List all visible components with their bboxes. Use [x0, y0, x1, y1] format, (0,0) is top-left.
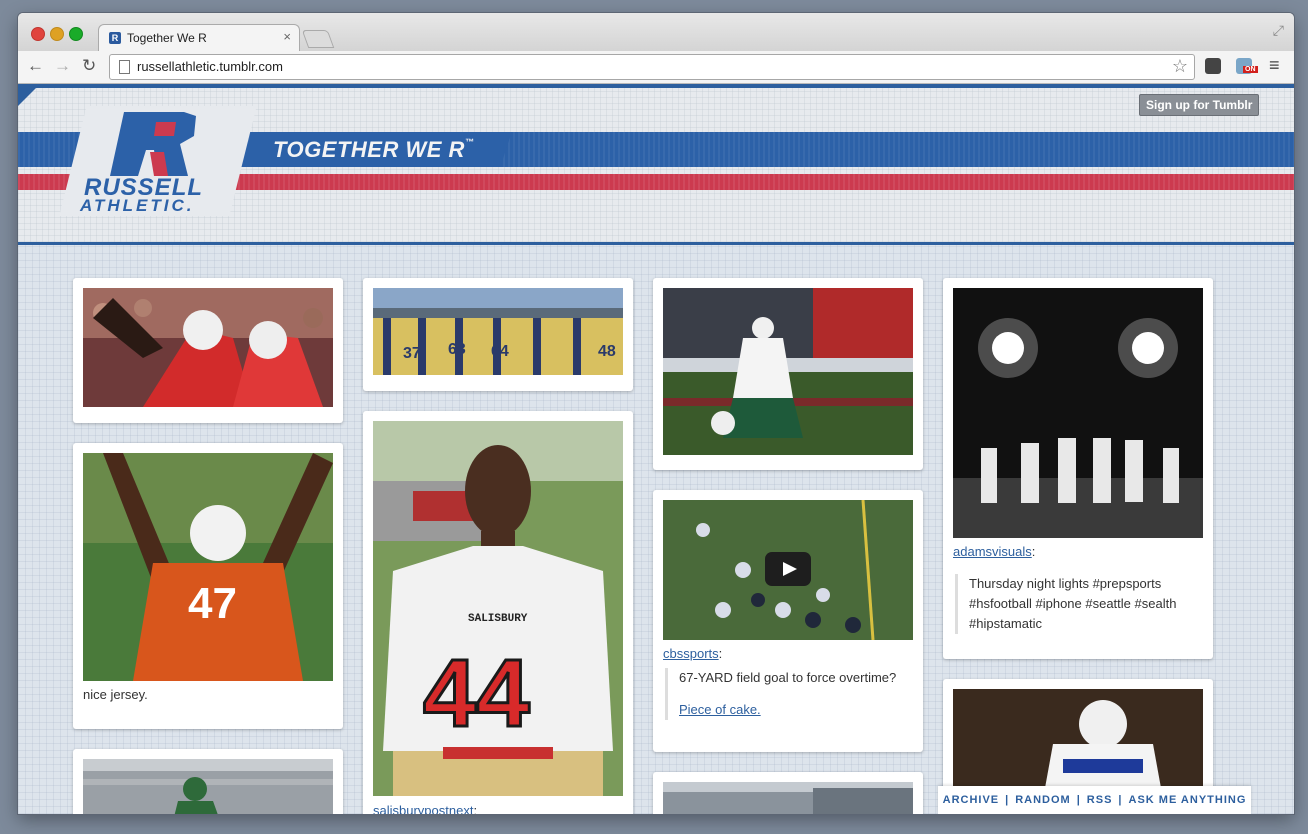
tagline: TOGETHER WE R™ — [273, 137, 474, 163]
title-bar: R Together We R × ⤢ — [18, 13, 1294, 52]
post-photo-4: 37 63 64 48 — [363, 278, 633, 391]
svg-text:63: 63 — [448, 341, 466, 358]
post-caption: nice jersey. — [83, 687, 148, 702]
post-photo-3 — [73, 749, 343, 814]
russell-r-logo-icon[interactable] — [110, 112, 200, 176]
svg-text:44: 44 — [423, 640, 530, 747]
svg-text:47: 47 — [188, 579, 237, 628]
post-photo-2: 47 nice jersey. — [73, 443, 343, 729]
minimize-window-button[interactable] — [50, 27, 64, 41]
chrome-menu-icon[interactable]: ≡ — [1269, 55, 1280, 76]
source-colon: : — [473, 803, 478, 814]
cchs-player-photo[interactable] — [953, 689, 1203, 799]
url-text[interactable]: russellathletic.tumblr.com — [137, 59, 283, 74]
post-photo-6 — [653, 278, 923, 470]
fullscreen-icon[interactable]: ⤢ — [1273, 22, 1284, 39]
football-celebration-photo[interactable] — [83, 288, 333, 407]
jersey-47-photo[interactable]: 47 — [83, 453, 333, 681]
random-link[interactable]: RANDOM — [1015, 794, 1071, 806]
kneeling-player-photo[interactable] — [663, 288, 913, 455]
svg-text:37: 37 — [403, 345, 421, 362]
post-source: salisburypostnext: — [373, 803, 477, 814]
source-link[interactable]: salisburypostnext — [373, 803, 473, 814]
footer-nav: ARCHIVE | RANDOM | RSS | ASK ME ANYTHING — [938, 786, 1251, 814]
stadium-crowd-photo[interactable] — [663, 782, 913, 814]
stadium-player-photo[interactable] — [83, 759, 333, 814]
post-photo-5: SALISBURY 44 salisburypostnext: — [363, 411, 633, 814]
source-link[interactable]: cbssports — [663, 646, 719, 661]
browser-toolbar: ← → ↻ russellathletic.tumblr.com ☆ ON ≡ — [18, 51, 1294, 84]
separator: | — [1005, 794, 1010, 806]
thursday-night-lights-photo[interactable] — [953, 288, 1203, 538]
source-link[interactable]: adamsvisuals — [953, 544, 1032, 559]
play-button[interactable] — [765, 552, 811, 586]
svg-text:SALISBURY: SALISBURY — [468, 613, 528, 625]
team-huddle-photo[interactable]: 37 63 64 48 — [373, 288, 623, 375]
source-colon: : — [1031, 544, 1036, 559]
post-photo-8: adamsvisuals: Thursday night lights #pre… — [943, 278, 1213, 659]
post-photo-9 — [653, 772, 923, 814]
post-source: cbssports: — [663, 646, 722, 661]
salisbury-44-player-photo[interactable]: SALISBURY 44 — [373, 421, 623, 796]
reload-button[interactable]: ↻ — [82, 56, 96, 76]
separator: | — [1118, 794, 1123, 806]
tagline-tm: ™ — [464, 137, 475, 147]
signup-button[interactable]: Sign up for Tumblr — [1139, 94, 1260, 116]
extension-on-badge: ON — [1243, 66, 1258, 73]
maximize-window-button[interactable] — [69, 27, 83, 41]
tumblr-favicon-icon: R — [109, 32, 121, 44]
address-bar[interactable]: russellathletic.tumblr.com ☆ — [109, 54, 1195, 80]
source-colon: : — [718, 646, 723, 661]
extension-icon[interactable] — [1205, 58, 1221, 74]
page-viewport: TOGETHER WE R™ RUSSELL ATHLETIC. Sign up… — [18, 84, 1294, 814]
post-quote: 67-YARD field goal to force overtime? Pi… — [665, 668, 919, 720]
quote-text: Thursday night lights #prepsports #hsfoo… — [955, 574, 1209, 634]
close-window-button[interactable] — [31, 27, 45, 41]
bookmark-star-icon[interactable]: ☆ — [1172, 56, 1188, 77]
separator: | — [1076, 794, 1081, 806]
svg-text:64: 64 — [491, 343, 509, 360]
rss-link[interactable]: RSS — [1087, 794, 1113, 806]
ask-link[interactable]: ASK ME ANYTHING — [1129, 794, 1247, 806]
archive-link[interactable]: ARCHIVE — [943, 794, 1000, 806]
play-icon — [783, 562, 797, 576]
page-icon — [119, 60, 130, 74]
tab-close-icon[interactable]: × — [283, 29, 291, 44]
back-button[interactable]: ← — [27, 56, 44, 76]
field-goal-video[interactable] — [663, 500, 913, 640]
post-source: adamsvisuals: — [953, 544, 1035, 559]
logo-athletic-text: ATHLETIC. — [80, 196, 195, 215]
header-corner — [18, 84, 40, 106]
forward-button[interactable]: → — [54, 56, 71, 76]
tagline-text: TOGETHER WE R — [273, 137, 465, 162]
svg-text:48: 48 — [598, 343, 616, 360]
post-photo-1 — [73, 278, 343, 423]
header-top-bar — [18, 84, 1294, 88]
new-tab-button[interactable] — [301, 30, 335, 48]
quote-text: 67-YARD field goal to force overtime? — [679, 670, 897, 685]
browser-tab[interactable]: R Together We R × — [98, 24, 300, 52]
blog-header: TOGETHER WE R™ RUSSELL ATHLETIC. Sign up… — [18, 84, 1294, 245]
tab-title: Together We R — [127, 31, 207, 45]
browser-window: R Together We R × ⤢ ← → ↻ russellathleti… — [18, 13, 1294, 814]
post-video-7: cbssports: 67-YARD field goal to force o… — [653, 490, 923, 752]
quote-link[interactable]: Piece of cake. — [679, 702, 761, 717]
